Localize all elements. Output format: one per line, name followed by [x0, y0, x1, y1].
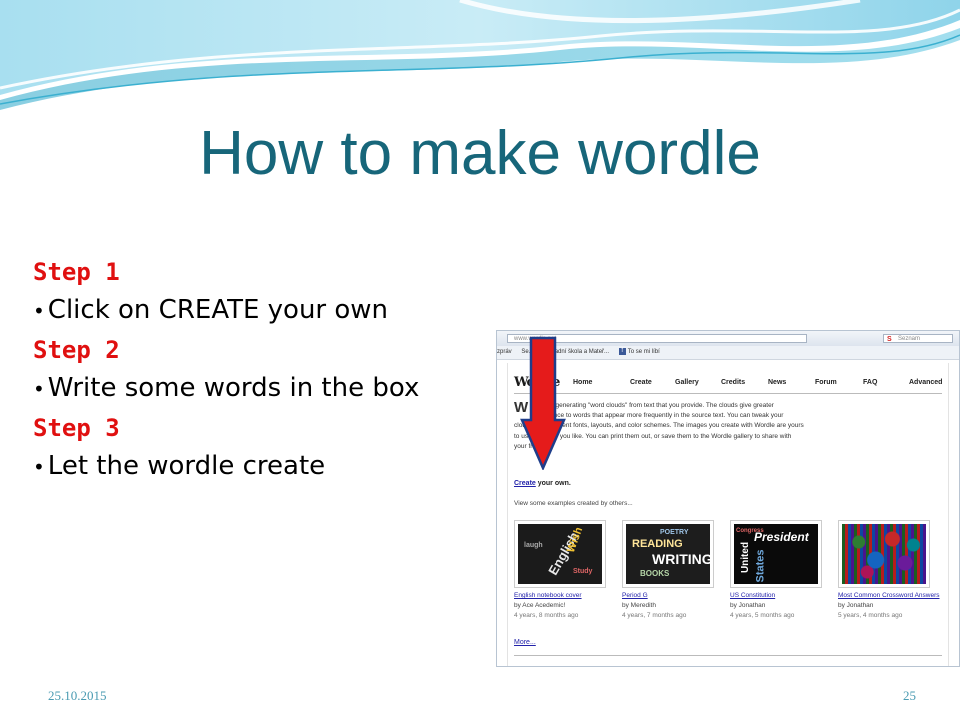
view-examples-text: View some examples created by others...	[514, 500, 633, 507]
step-2-text: Write some words in the box	[47, 373, 420, 403]
gallery-age: 4 years, 8 months ago	[514, 612, 579, 619]
step-1-text: Click on CREATE your own	[47, 295, 389, 325]
nav-create[interactable]: Create	[630, 379, 652, 386]
footer-page-number: 25	[903, 688, 916, 703]
bookmark-item-facebook[interactable]: f To se mi líbí	[618, 347, 668, 355]
gallery-author: by Jonathan	[730, 602, 766, 609]
thumb-word: States	[754, 549, 767, 583]
nav-faq[interactable]: FAQ	[863, 379, 877, 386]
step-1-label: Step 1	[33, 258, 120, 286]
gallery-age: 5 years, 4 months ago	[838, 612, 903, 619]
create-line: Create your own.	[514, 480, 571, 487]
gallery-age: 4 years, 7 months ago	[622, 612, 687, 619]
gallery-title-link[interactable]: Period G	[622, 591, 732, 601]
step-1-bullet: • Click on CREATE your own	[33, 291, 493, 331]
gallery-caption-1: English notebook cover by Ace Acedemic! …	[514, 591, 624, 621]
thumb-word: BOOKS	[640, 569, 670, 578]
bookmark-label: To se mi líbí	[627, 349, 660, 355]
gallery-title-link[interactable]: English notebook cover	[514, 591, 624, 601]
gallery-author: by Ace Acedemic!	[514, 602, 566, 609]
nav-forum[interactable]: Forum	[815, 379, 837, 386]
step-3-text: Let the wordle create	[47, 451, 326, 481]
create-rest: your own.	[535, 480, 571, 487]
search-box[interactable]: S Seznam	[883, 334, 953, 343]
gallery-caption-3: US Constitution by Jonathan 4 years, 5 m…	[730, 591, 840, 621]
facebook-icon: f	[618, 347, 626, 355]
bullet-icon: •	[33, 377, 45, 401]
step-2-label: Step 2	[33, 336, 120, 364]
seznam-icon: S	[887, 336, 892, 343]
browser-url-bar: www.wordle.net SSeznam	[497, 331, 959, 347]
bookmarks-bar: zpráv Se... Základní škola a Mateř... fT…	[497, 346, 959, 360]
gallery-caption-4: Most Common Crossword Answers by Jonatha…	[838, 591, 944, 621]
nav-gallery[interactable]: Gallery	[675, 379, 699, 386]
thumb-word: WRITING	[652, 551, 710, 567]
bullet-icon: •	[33, 455, 45, 479]
down-arrow-icon	[520, 336, 566, 470]
gallery-author: by Jonathan	[838, 602, 874, 609]
steps-list: Step 1 • Click on CREATE your own Step 2 …	[33, 253, 493, 487]
gallery-thumb-2[interactable]: READING WRITING POETRY BOOKS	[622, 520, 714, 588]
footer-divider	[514, 655, 942, 656]
gallery-caption-2: Period G by Meredith 4 years, 7 months a…	[622, 591, 732, 621]
gallery-title-link[interactable]: Most Common Crossword Answers	[838, 591, 944, 601]
thumb-word: Study	[573, 568, 593, 575]
thumb-word: United	[740, 541, 752, 574]
gallery-author: by Meredith	[622, 602, 656, 609]
thumb-word: Congress	[736, 528, 764, 534]
thumb-word: POETRY	[660, 529, 689, 536]
gallery-age: 4 years, 5 months ago	[730, 612, 795, 619]
bookmark-item[interactable]: zpráv	[497, 349, 512, 355]
bullet-icon: •	[33, 299, 45, 323]
thumb-word: laugh	[524, 542, 543, 549]
slide-title: How to make wordle	[199, 119, 761, 188]
crossword-cloud	[842, 524, 926, 584]
nav-divider	[514, 393, 942, 394]
gallery-thumb-4[interactable]	[838, 520, 930, 588]
nav-advanced[interactable]: Advanced	[909, 379, 942, 386]
footer-date: 25.10.2015	[48, 688, 107, 703]
header-wave-decoration	[0, 0, 960, 110]
more-link[interactable]: More...	[514, 639, 536, 646]
gallery-thumb-3[interactable]: President United States Congress	[730, 520, 822, 588]
step-2-bullet: • Write some words in the box	[33, 369, 493, 409]
gallery-title-link[interactable]: US Constitution	[730, 591, 840, 601]
gallery-thumb-1[interactable]: English Wish laugh Study	[514, 520, 606, 588]
wordle-page: Wordle Home Create Gallery Credits News …	[507, 363, 949, 666]
nav-credits[interactable]: Credits	[721, 379, 745, 386]
create-link[interactable]: Create	[514, 480, 536, 487]
step-3-bullet: • Let the wordle create	[33, 447, 493, 487]
thumb-word: READING	[632, 538, 683, 550]
search-placeholder: Seznam	[898, 336, 921, 342]
step-3-label: Step 3	[33, 414, 120, 442]
nav-news[interactable]: News	[768, 379, 786, 386]
nav-home[interactable]: Home	[573, 379, 592, 386]
